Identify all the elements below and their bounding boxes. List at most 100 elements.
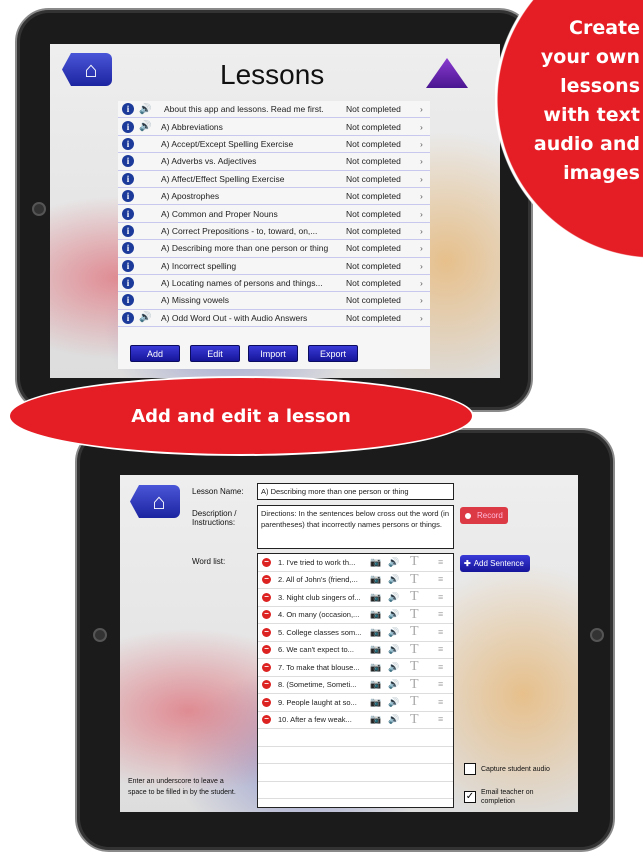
lesson-row[interactable]: i A) Apostrophes Not completed › <box>118 188 430 206</box>
lesson-row[interactable]: i A) Adverbs vs. Adjectives Not completed › <box>118 153 430 171</box>
reorder-icon[interactable]: ≡ <box>438 697 443 708</box>
word-list[interactable]: −1. I've tried to work th... 📷 🔊 T ≡ −2. All … <box>257 553 454 808</box>
text-icon[interactable]: T <box>410 712 419 728</box>
home-button[interactable]: ⌂ <box>62 53 112 86</box>
speaker-icon[interactable]: 🔊 <box>388 557 399 568</box>
delete-icon[interactable]: − <box>262 680 271 690</box>
lesson-row[interactable]: i A) Affect/Effect Spelling Exercise Not c… <box>118 171 430 188</box>
delete-icon[interactable]: − <box>262 610 271 620</box>
camera-icon[interactable]: 📷 <box>370 679 381 690</box>
text-icon[interactable]: T <box>410 624 419 640</box>
speaker-icon[interactable]: 🔊 <box>388 592 399 603</box>
speaker-icon[interactable]: 🔊 <box>388 714 399 725</box>
sentence-row[interactable]: −4. On many (occasion,... 📷 🔊 T ≡ <box>258 607 453 624</box>
info-icon[interactable]: i <box>122 207 134 220</box>
reorder-icon[interactable]: ≡ <box>438 679 443 690</box>
sentence-row[interactable]: −3. Night club singers of... 📷 🔊 T ≡ <box>258 589 453 607</box>
camera-icon[interactable]: 📷 <box>370 609 381 620</box>
text-icon[interactable]: T <box>410 642 419 658</box>
reorder-icon[interactable]: ≡ <box>438 592 443 603</box>
record-button[interactable]: Record <box>460 507 508 524</box>
text-icon[interactable]: T <box>410 572 419 588</box>
camera-icon[interactable]: 📷 <box>370 592 381 603</box>
info-icon[interactable]: i <box>122 277 134 290</box>
capture-audio-checkbox[interactable] <box>464 763 476 775</box>
speaker-icon[interactable]: 🔊 <box>139 121 151 132</box>
description-input[interactable]: Directions: In the sentences below cross… <box>257 505 454 549</box>
camera-icon[interactable]: 📷 <box>370 574 381 585</box>
lesson-name-input[interactable]: A) Describing more than one person or th… <box>257 483 454 500</box>
delete-icon[interactable]: − <box>262 627 271 637</box>
speaker-icon[interactable]: 🔊 <box>388 662 399 673</box>
reorder-icon[interactable]: ≡ <box>438 557 443 568</box>
import-button[interactable]: Import <box>248 345 298 362</box>
delete-icon[interactable]: − <box>262 592 271 602</box>
lesson-row[interactable]: i A) Missing vowels Not completed › <box>118 292 430 310</box>
sentence-row[interactable]: −2. All of John's (friend,... 📷 🔊 T ≡ <box>258 572 453 589</box>
reorder-icon[interactable]: ≡ <box>438 714 443 725</box>
email-teacher-checkbox[interactable]: ✓ <box>464 791 476 803</box>
lesson-row[interactable]: i 🔊 A) Odd Word Out - with Audio Answers No… <box>118 310 430 328</box>
lesson-row[interactable]: i A) Accept/Except Spelling Exercise Not c… <box>118 136 430 154</box>
lesson-row[interactable]: i A) Correct Prepositions - to, toward, o… <box>118 223 430 241</box>
lesson-row[interactable]: i 🔊 A) Abbreviations Not completed › <box>118 118 430 136</box>
add-sentence-button[interactable]: ✚ Add Sentence <box>460 555 530 572</box>
text-icon[interactable]: T <box>410 589 419 605</box>
info-icon[interactable]: i <box>122 224 134 237</box>
home-button[interactable]: ⌂ <box>130 485 180 518</box>
reorder-icon[interactable]: ≡ <box>438 574 443 585</box>
info-icon[interactable]: i <box>122 294 134 307</box>
info-icon[interactable]: i <box>122 120 134 133</box>
speaker-icon[interactable]: 🔊 <box>388 627 399 638</box>
info-icon[interactable]: i <box>122 190 134 203</box>
delete-icon[interactable]: − <box>262 715 271 725</box>
info-icon[interactable]: i <box>122 155 134 168</box>
sentence-row[interactable]: −10. After a few weak... 📷 🔊 T ≡ <box>258 712 453 729</box>
camera-icon[interactable]: 📷 <box>370 644 381 655</box>
reorder-icon[interactable]: ≡ <box>438 662 443 673</box>
sentence-row[interactable]: −1. I've tried to work th... 📷 🔊 T ≡ <box>258 554 453 572</box>
reorder-icon[interactable]: ≡ <box>438 609 443 620</box>
info-icon[interactable]: i <box>122 311 134 324</box>
text-icon[interactable]: T <box>410 659 419 675</box>
text-icon[interactable]: T <box>410 677 419 693</box>
speaker-icon[interactable]: 🔊 <box>139 312 151 323</box>
speaker-icon[interactable]: 🔊 <box>388 644 399 655</box>
info-icon[interactable]: i <box>122 242 134 255</box>
lessons-list[interactable]: i 🔊 About this app and lessons. Read me fi… <box>118 101 430 369</box>
sentence-row[interactable]: −5. College classes som... 📷 🔊 T ≡ <box>258 624 453 642</box>
delete-icon[interactable]: − <box>262 662 271 672</box>
sentence-row[interactable]: −9. People laught at so... 📷 🔊 T ≡ <box>258 694 453 712</box>
sentence-row[interactable]: −7. To make that blouse... 📷 🔊 T ≡ <box>258 659 453 677</box>
info-icon[interactable]: i <box>122 259 134 272</box>
sentence-row[interactable]: −6. We can't expect to... 📷 🔊 T ≡ <box>258 642 453 659</box>
speaker-icon[interactable]: 🔊 <box>388 574 399 585</box>
camera-icon[interactable]: 📷 <box>370 697 381 708</box>
text-icon[interactable]: T <box>410 694 419 710</box>
speaker-icon[interactable]: 🔊 <box>388 697 399 708</box>
camera-icon[interactable]: 📷 <box>370 714 381 725</box>
lesson-row[interactable]: i A) Describing more than one person or t… <box>118 240 430 258</box>
delete-icon[interactable]: − <box>262 557 271 567</box>
camera-icon[interactable]: 📷 <box>370 662 381 673</box>
delete-icon[interactable]: − <box>262 645 271 655</box>
text-icon[interactable]: T <box>410 607 419 623</box>
speaker-icon[interactable]: 🔊 <box>388 609 399 620</box>
camera-icon[interactable]: 📷 <box>370 627 381 638</box>
export-button[interactable]: Export <box>308 345 358 362</box>
delete-icon[interactable]: − <box>262 575 271 585</box>
speaker-icon[interactable]: 🔊 <box>388 679 399 690</box>
sentence-row[interactable]: −8. (Sometime, Someti... 📷 🔊 T ≡ <box>258 677 453 694</box>
info-icon[interactable]: i <box>122 172 134 185</box>
info-icon[interactable]: i <box>122 137 134 150</box>
lesson-row[interactable]: i A) Incorrect spelling Not completed › <box>118 258 430 275</box>
lesson-row[interactable]: i 🔊 About this app and lessons. Read me fi… <box>118 101 430 119</box>
reorder-icon[interactable]: ≡ <box>438 627 443 638</box>
edit-button[interactable]: Edit <box>190 345 240 362</box>
add-button[interactable]: Add <box>130 345 180 362</box>
text-icon[interactable]: T <box>410 554 419 570</box>
speaker-icon[interactable]: 🔊 <box>139 104 151 115</box>
delete-icon[interactable]: − <box>262 697 271 707</box>
reorder-icon[interactable]: ≡ <box>438 644 443 655</box>
lesson-row[interactable]: i A) Common and Proper Nouns Not completed… <box>118 205 430 223</box>
